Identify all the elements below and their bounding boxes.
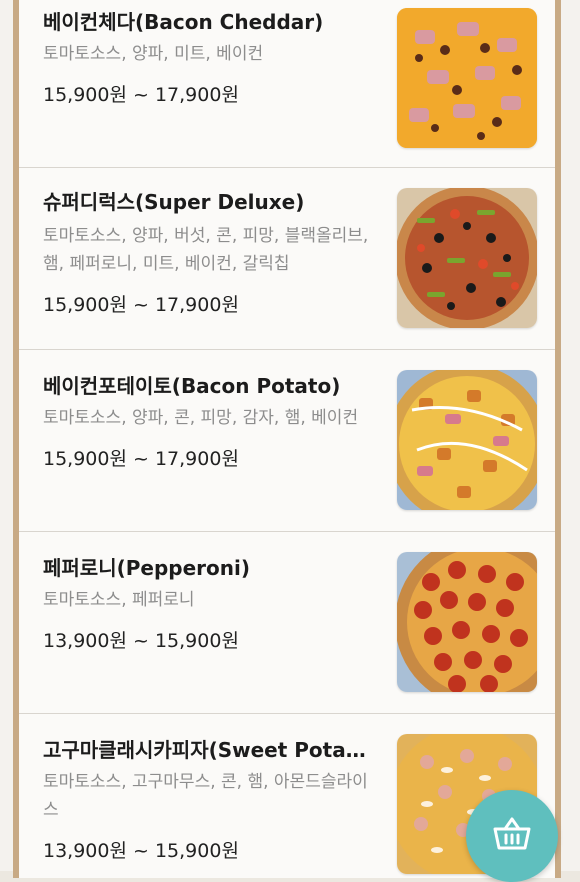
menu-item-name: 베이컨체다(Bacon Cheddar) xyxy=(43,10,324,34)
menu-item-price: 13,900원 ~ 15,900원 xyxy=(43,840,239,862)
menu-item-toppings: 토마토소스, 페퍼로니 xyxy=(43,590,195,610)
menu-item-toppings: 토마토소스, 양파, 미트, 베이컨 xyxy=(43,44,264,64)
menu-item-toppings: 토마토소스, 고구마무스, 콘, 햄, 아몬드슬라이스 xyxy=(43,772,368,820)
bacon-cheddar-pizza-photo[interactable] xyxy=(397,8,537,148)
pepperoni-pizza-photo[interactable] xyxy=(397,552,537,692)
menu-item-bacon-potato[interactable]: 베이컨포테이토(Bacon Potato) 토마토소스, 양파, 콘, 피망, … xyxy=(19,350,555,532)
bacon-potato-pizza-photo[interactable] xyxy=(397,370,537,510)
menu-item-name: 베이컨포테이토(Bacon Potato) xyxy=(43,374,341,398)
menu-item-super-deluxe[interactable]: 슈퍼디럭스(Super Deluxe) 토마토소스, 양파, 버섯, 콘, 피망… xyxy=(19,168,555,350)
menu-item-pepperoni[interactable]: 페퍼로니(Pepperoni) 토마토소스, 페퍼로니 13,900원 ~ 15… xyxy=(19,532,555,714)
menu-item-bacon-cheddar[interactable]: 베이컨체다(Bacon Cheddar) 토마토소스, 양파, 미트, 베이컨 … xyxy=(19,0,555,168)
menu-item-name: 페퍼로니(Pepperoni) xyxy=(43,556,250,580)
menu-item-name: 고구마클래시카피자(Sweet Potato Classica) xyxy=(43,738,373,762)
page-background: 베이컨체다(Bacon Cheddar) 토마토소스, 양파, 미트, 베이컨 … xyxy=(0,0,580,878)
super-deluxe-pizza-photo[interactable] xyxy=(397,188,537,328)
menu-item-price: 15,900원 ~ 17,900원 xyxy=(43,448,239,470)
basket-icon xyxy=(492,817,532,855)
menu-item-price: 15,900원 ~ 17,900원 xyxy=(43,84,239,106)
menu-item-price: 15,900원 ~ 17,900원 xyxy=(43,294,239,316)
menu-item-toppings: 토마토소스, 양파, 버섯, 콘, 피망, 블랙올리브, 햄, 페퍼로니, 미트… xyxy=(43,226,369,274)
menu-item-toppings: 토마토소스, 양파, 콘, 피망, 감자, 햄, 베이컨 xyxy=(43,408,359,428)
menu-list: 베이컨체다(Bacon Cheddar) 토마토소스, 양파, 미트, 베이컨 … xyxy=(13,0,561,878)
cart-button[interactable] xyxy=(466,790,558,882)
menu-item-name: 슈퍼디럭스(Super Deluxe) xyxy=(43,190,305,214)
menu-item-price: 13,900원 ~ 15,900원 xyxy=(43,630,239,652)
